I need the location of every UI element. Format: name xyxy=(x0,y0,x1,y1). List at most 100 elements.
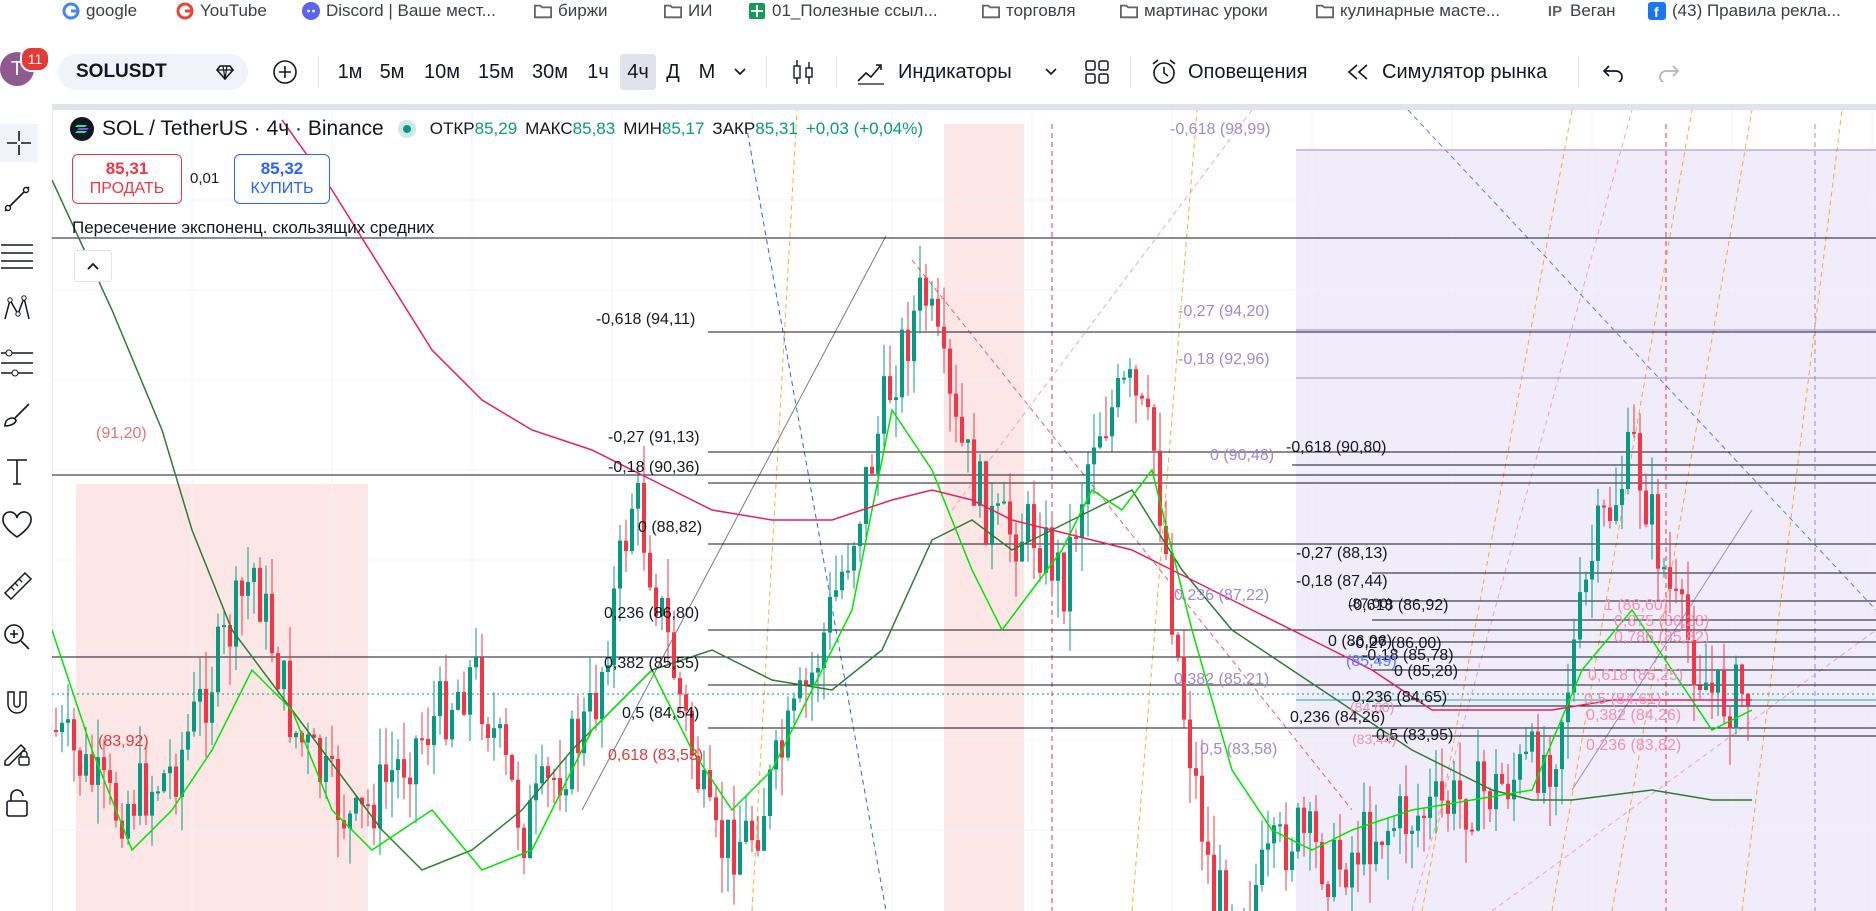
buy-label: КУПИТЬ xyxy=(250,180,314,197)
candle-body xyxy=(1308,811,1312,833)
diagonal-dash-line xyxy=(1131,110,1198,911)
candle-body xyxy=(1584,579,1588,593)
interval-10m[interactable]: 10м xyxy=(420,54,464,90)
bookmark-folder-cooking[interactable]: кулинарные масте... xyxy=(1316,0,1500,22)
candle-body xyxy=(1218,870,1222,911)
replay-button[interactable]: Симулятор рынка xyxy=(1346,54,1566,90)
interval-1m[interactable]: 1м xyxy=(334,54,366,90)
unlock-icon xyxy=(6,789,28,817)
indicators-label: Индикаторы xyxy=(898,60,1012,83)
crosshair-tool[interactable] xyxy=(0,124,38,162)
folder-icon xyxy=(1316,2,1334,20)
interval-30m[interactable]: 30м xyxy=(528,54,572,90)
candle-body xyxy=(648,552,652,588)
sell-button[interactable]: 85,31 ПРОДАТЬ xyxy=(72,154,182,204)
interval-day[interactable]: Д xyxy=(660,54,686,90)
bookmark-folder-trading[interactable]: торговля xyxy=(982,0,1076,22)
trend-line-tool[interactable] xyxy=(0,182,34,216)
candle-body xyxy=(1104,436,1108,439)
magnet-tool[interactable] xyxy=(0,686,34,720)
candle-body xyxy=(402,759,406,778)
live-dot xyxy=(397,120,416,138)
candle-body xyxy=(1026,504,1030,542)
candle-body xyxy=(834,590,838,597)
candle-body xyxy=(768,769,772,817)
candle-body xyxy=(486,724,490,738)
bookmark-facebook[interactable]: f (43) Правила рекла... xyxy=(1648,0,1841,22)
candle-body xyxy=(294,732,298,738)
pattern-tool[interactable] xyxy=(0,292,34,326)
chart-type-button[interactable] xyxy=(786,54,820,90)
bookmark-useful-links[interactable]: 01_Полезные ссыл... xyxy=(748,0,938,22)
buy-price: 85,32 xyxy=(260,159,304,178)
candle-body xyxy=(942,326,946,349)
alerts-button[interactable]: Оповещения xyxy=(1150,54,1330,90)
bookmark-google[interactable]: google xyxy=(62,0,137,22)
undo-button[interactable] xyxy=(1596,54,1630,90)
symbol-search[interactable]: SOLUSDT xyxy=(58,54,248,90)
indicators-button[interactable]: Индикаторы xyxy=(856,54,1056,90)
magnet-icon xyxy=(7,691,27,714)
compare-symbol-button[interactable] xyxy=(266,54,304,90)
candle-body xyxy=(408,777,412,785)
zoom-tool[interactable] xyxy=(0,620,34,654)
lock-all-tool[interactable] xyxy=(0,786,34,820)
layout-button[interactable] xyxy=(1080,54,1114,90)
interval-month[interactable]: М xyxy=(692,54,722,90)
candle-body xyxy=(1614,505,1618,521)
toolbar-divider xyxy=(836,56,837,88)
collapse-indicators-button[interactable] xyxy=(74,250,112,282)
candle-body xyxy=(960,416,964,443)
folder-icon xyxy=(664,2,682,20)
forecast-tool[interactable] xyxy=(0,346,34,380)
indicators-dropdown[interactable] xyxy=(1038,54,1064,90)
fib-label: -0,618 (90,80) xyxy=(1286,439,1387,456)
candle-body xyxy=(576,718,580,754)
candle-body xyxy=(204,688,208,723)
close-label: ЗАКР xyxy=(712,119,756,138)
candle-body xyxy=(702,770,706,790)
bookmark-discord[interactable]: Discord | Ваше мест... xyxy=(302,0,496,22)
folder-icon xyxy=(1120,2,1138,20)
redo-button[interactable] xyxy=(1652,54,1686,90)
candle-body xyxy=(354,797,358,814)
bookmark-vegan[interactable]: IP Веган xyxy=(1546,0,1616,22)
candle-body xyxy=(798,680,802,699)
candle-body xyxy=(924,277,928,306)
candle-body xyxy=(1692,639,1696,686)
interval-1h[interactable]: 1ч xyxy=(582,54,614,90)
change-value: +0,03 (+0,04%) xyxy=(805,119,924,138)
lock-drawing-tool[interactable] xyxy=(0,736,34,770)
candle-body xyxy=(426,738,430,746)
candle-body xyxy=(222,625,226,628)
candle-body xyxy=(1158,450,1162,526)
indicator-label[interactable]: Пересечение экспоненц. скользящих средни… xyxy=(72,218,434,238)
fib-label: 0,236 (83,82) xyxy=(1586,737,1681,754)
interval-4h[interactable]: 4ч xyxy=(620,54,656,90)
interval-5m[interactable]: 5м xyxy=(376,54,408,90)
candle-body xyxy=(1488,791,1492,810)
bookmark-folder-lessons[interactable]: мартинас уроки xyxy=(1120,0,1268,22)
candle-body xyxy=(762,816,766,851)
candle-body xyxy=(1098,436,1102,448)
icons-tool[interactable] xyxy=(0,508,34,542)
candle-body xyxy=(1722,669,1726,717)
bookmark-folder-ai[interactable]: ИИ xyxy=(664,0,712,22)
buy-button[interactable]: 85,32 КУПИТЬ xyxy=(234,154,330,204)
ruler-tool[interactable] xyxy=(0,568,34,602)
candle-body xyxy=(1050,527,1054,581)
candle-body xyxy=(858,523,862,546)
text-tool[interactable] xyxy=(0,454,34,488)
fib-retracement-tool[interactable] xyxy=(0,238,34,272)
candle-body xyxy=(612,588,616,666)
brush-tool[interactable] xyxy=(0,398,34,432)
interval-dropdown[interactable] xyxy=(728,54,752,90)
diamond-icon[interactable] xyxy=(214,61,236,83)
candle-body xyxy=(588,693,592,712)
candle-body xyxy=(594,693,598,720)
bookmark-youtube[interactable]: YouTube xyxy=(176,0,267,22)
interval-15m[interactable]: 15м xyxy=(474,54,518,90)
candle-body xyxy=(1470,829,1474,832)
candle-body xyxy=(1350,852,1354,888)
bookmark-folder-exchanges[interactable]: биржи xyxy=(534,0,608,22)
